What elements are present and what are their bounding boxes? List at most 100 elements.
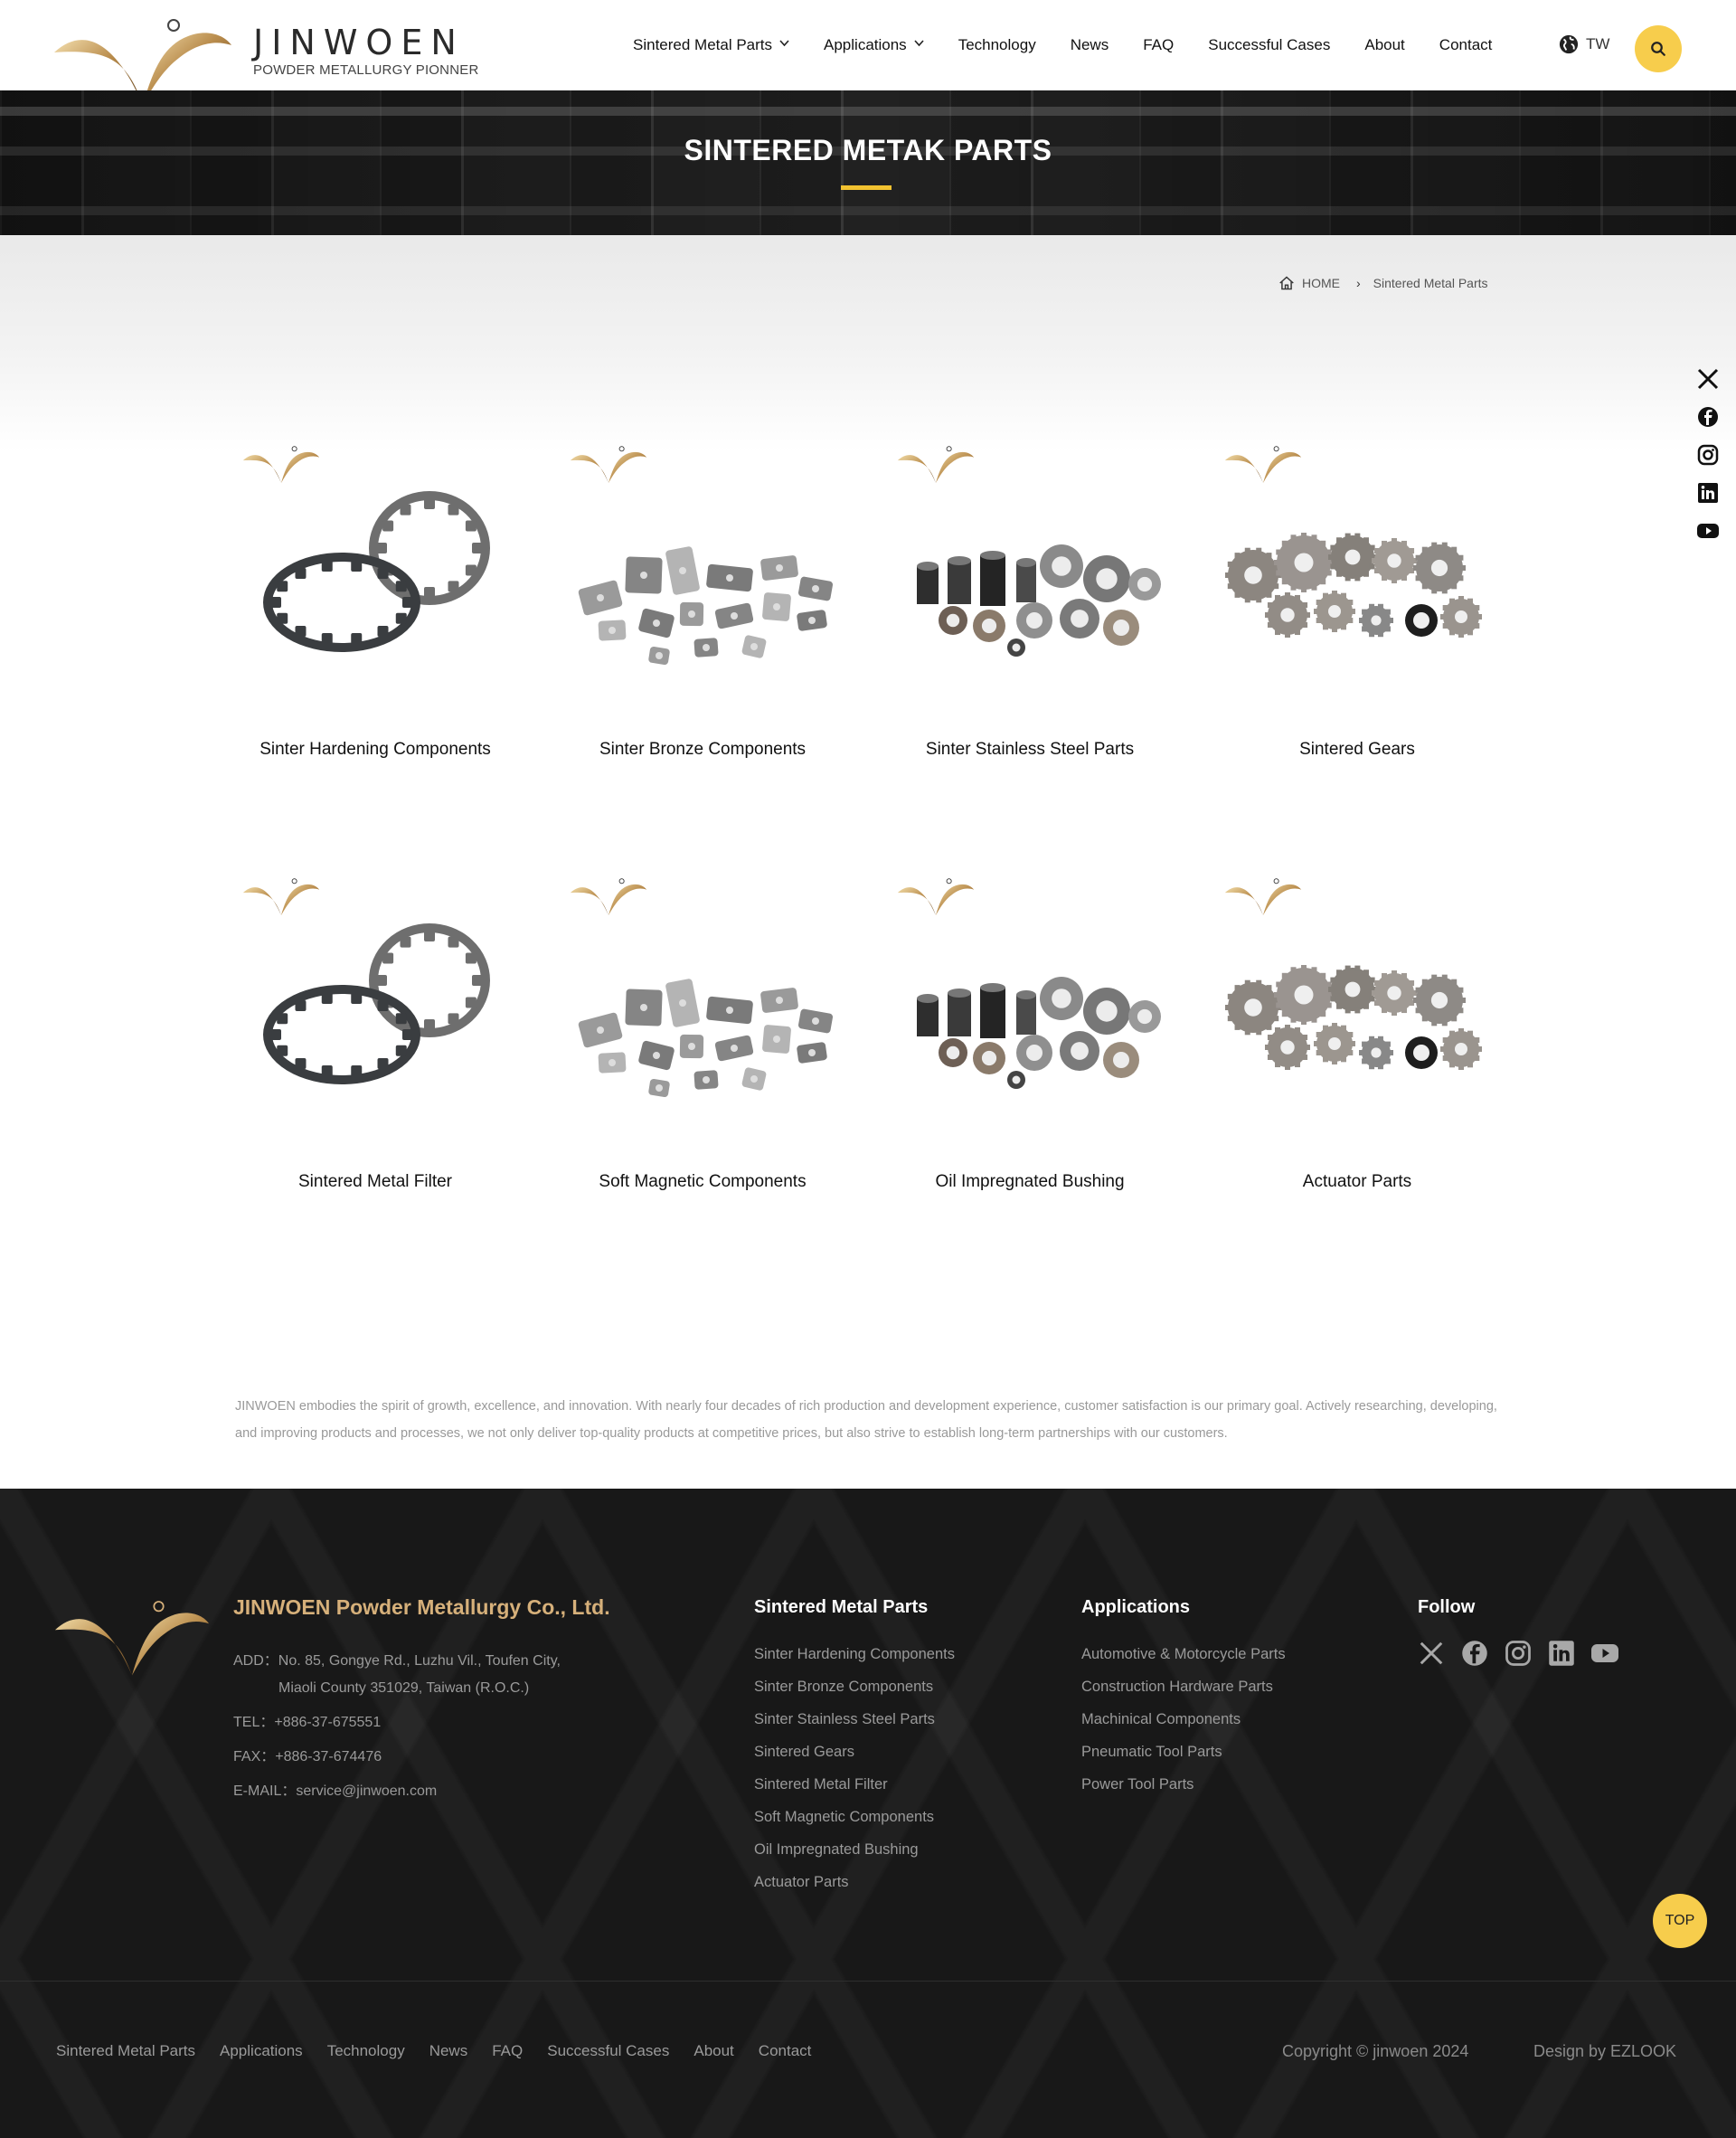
footer-bottom-nav-link[interactable]: Applications <box>220 2042 303 2060</box>
footer-parts-link[interactable]: Sintered Gears <box>754 1736 955 1768</box>
product-title[interactable]: Sinter Hardening Components <box>235 740 515 760</box>
product-image[interactable] <box>562 485 843 684</box>
title-underline <box>841 185 892 190</box>
linkedin-link[interactable] <box>1697 474 1719 512</box>
footer-youtube-link[interactable] <box>1591 1640 1618 1667</box>
footer-apps-link[interactable]: Pneumatic Tool Parts <box>1081 1736 1286 1768</box>
facebook-link[interactable] <box>1697 398 1719 436</box>
footer-parts-link[interactable]: Sinter Bronze Components <box>754 1670 955 1703</box>
product-card[interactable]: Sinter Bronze Components <box>562 443 843 778</box>
footer-parts-link[interactable]: Actuator Parts <box>754 1866 955 1898</box>
product-card[interactable]: Sintered Gears <box>1217 443 1497 778</box>
nav-item-faq[interactable]: FAQ <box>1143 36 1174 54</box>
nav-item-contact[interactable]: Contact <box>1439 36 1493 54</box>
footer-address-line-2: Miaoli County 351029, Taiwan (R.O.C.) <box>278 1680 530 1696</box>
footer-bottom-nav-link[interactable]: Sintered Metal Parts <box>56 2042 195 2060</box>
footer-social-icons <box>1418 1640 1635 1667</box>
x-icon <box>1420 1641 1443 1665</box>
footer-logo-icon[interactable] <box>52 1595 212 1679</box>
footer-apps-link[interactable]: Construction Hardware Parts <box>1081 1670 1286 1703</box>
footer-bottom-nav-link[interactable]: FAQ <box>492 2042 523 2060</box>
footer-bottom-nav-link[interactable]: News <box>429 2042 468 2060</box>
side-social-bar <box>1694 360 1722 550</box>
product-title[interactable]: Soft Magnetic Components <box>562 1172 843 1192</box>
nav-item-applications[interactable]: Applications <box>824 36 924 54</box>
product-image[interactable] <box>562 917 843 1116</box>
x-link[interactable] <box>1697 360 1719 398</box>
breadcrumb-home-link[interactable]: HOME <box>1302 276 1340 290</box>
product-card[interactable]: Oil Impregnated Bushing <box>890 875 1170 1210</box>
language-switch[interactable]: TW <box>1559 34 1609 54</box>
footer-parts-link[interactable]: Sinter Hardening Components <box>754 1638 955 1670</box>
product-title[interactable]: Oil Impregnated Bushing <box>890 1172 1170 1192</box>
footer-parts-link[interactable]: Sinter Stainless Steel Parts <box>754 1703 955 1736</box>
nav-item-sintered-metal-parts[interactable]: Sintered Metal Parts <box>633 36 789 54</box>
footer-bottom-nav-link[interactable]: Successful Cases <box>547 2042 669 2060</box>
footer-apps-link[interactable]: Automotive & Motorcycle Parts <box>1081 1638 1286 1670</box>
facebook-icon <box>1698 407 1718 427</box>
youtube-link[interactable] <box>1697 512 1719 550</box>
footer-instagram-link[interactable] <box>1505 1640 1532 1667</box>
product-card[interactable]: Actuator Parts <box>1217 875 1497 1210</box>
product-title[interactable]: Actuator Parts <box>1217 1172 1497 1192</box>
footer-bottom-nav-link[interactable]: Contact <box>759 2042 812 2060</box>
main-nav: Sintered Metal Parts Applications Technolo… <box>633 27 1526 63</box>
product-title[interactable]: Sinter Bronze Components <box>562 740 843 760</box>
nav-item-label: Technology <box>958 36 1036 53</box>
footer-address-line-1: ADD：No. 85, Gongye Rd., Luzhu Vil., Touf… <box>233 1653 561 1669</box>
footer-x-link[interactable] <box>1418 1640 1445 1667</box>
nav-item-label: Applications <box>824 36 907 53</box>
linkedin-icon <box>1549 1641 1574 1666</box>
product-title[interactable]: Sinter Stainless Steel Parts <box>890 740 1170 760</box>
product-card[interactable]: Sintered Metal Filter <box>235 875 515 1210</box>
breadcrumb-current[interactable]: Sintered Metal Parts <box>1373 276 1488 290</box>
product-image[interactable] <box>890 485 1170 684</box>
product-title[interactable]: Sintered Metal Filter <box>235 1172 515 1192</box>
search-button[interactable] <box>1635 25 1682 72</box>
footer-apps-column: Applications Automotive & Motorcycle Par… <box>1081 1597 1286 1801</box>
footer-apps-link[interactable]: Power Tool Parts <box>1081 1768 1286 1801</box>
footer-apps-heading[interactable]: Applications <box>1081 1597 1286 1618</box>
nav-item-label: FAQ <box>1143 36 1175 53</box>
product-card[interactable]: Sinter Stainless Steel Parts <box>890 443 1170 778</box>
product-image[interactable] <box>235 917 515 1116</box>
footer-parts-column: Sintered Metal Parts Sinter Hardening Co… <box>754 1597 955 1898</box>
footer-parts-link[interactable]: Sintered Metal Filter <box>754 1768 955 1801</box>
home-icon <box>1279 276 1294 290</box>
footer-fax: FAX：+886-37-674476 <box>233 1749 382 1764</box>
footer-bottom-nav-link[interactable]: About <box>693 2042 733 2060</box>
footer-parts-link[interactable]: Oil Impregnated Bushing <box>754 1833 955 1866</box>
back-to-top-button[interactable]: TOP <box>1653 1894 1707 1948</box>
product-image[interactable] <box>1217 485 1497 684</box>
product-image[interactable] <box>235 485 515 684</box>
nav-item-technology[interactable]: Technology <box>958 36 1036 54</box>
x-icon <box>1697 368 1719 390</box>
footer-facebook-link[interactable] <box>1461 1640 1488 1667</box>
site-footer: JINWOEN Powder Metallurgy Co., Ltd. ADD：… <box>0 1489 1736 2138</box>
product-card[interactable]: Sinter Hardening Components <box>235 443 515 778</box>
product-image[interactable] <box>1217 917 1497 1116</box>
footer-email[interactable]: E-MAIL：service@jinwoen.com <box>233 1778 561 1805</box>
footer-company-name: JINWOEN Powder Metallurgy Co., Ltd. <box>233 1595 610 1619</box>
page-title: SINTERED METAK PARTS <box>684 134 1052 166</box>
nav-item-label: Contact <box>1439 36 1493 53</box>
nav-item-label: About <box>1364 36 1405 53</box>
instagram-link[interactable] <box>1697 436 1719 474</box>
logo-tagline: POWDER METALLURGY PIONNER <box>253 61 479 78</box>
footer-parts-heading[interactable]: Sintered Metal Parts <box>754 1597 955 1618</box>
site-header: JINWOEN POWDER METALLURGY PIONNER Sinter… <box>0 0 1736 105</box>
nav-item-successful-cases[interactable]: Successful Cases <box>1208 36 1330 54</box>
footer-apps-link[interactable]: Machinical Components <box>1081 1703 1286 1736</box>
footer-parts-link[interactable]: Soft Magnetic Components <box>754 1801 955 1833</box>
product-title[interactable]: Sintered Gears <box>1217 740 1497 760</box>
product-image[interactable] <box>890 917 1170 1116</box>
footer-apps-list: Automotive & Motorcycle Parts Constructio… <box>1081 1638 1286 1801</box>
nav-item-news[interactable]: News <box>1071 36 1109 54</box>
design-credit[interactable]: Design by EZLOOK <box>1533 2042 1676 2061</box>
product-card[interactable]: Soft Magnetic Components <box>562 875 843 1210</box>
footer-linkedin-link[interactable] <box>1548 1640 1575 1667</box>
footer-bottom-nav-link[interactable]: Technology <box>327 2042 405 2060</box>
nav-item-about[interactable]: About <box>1364 36 1404 54</box>
footer-parts-list: Sinter Hardening Components Sinter Bronze… <box>754 1638 955 1898</box>
footer-tel[interactable]: TEL：+886-37-675551 <box>233 1709 561 1736</box>
